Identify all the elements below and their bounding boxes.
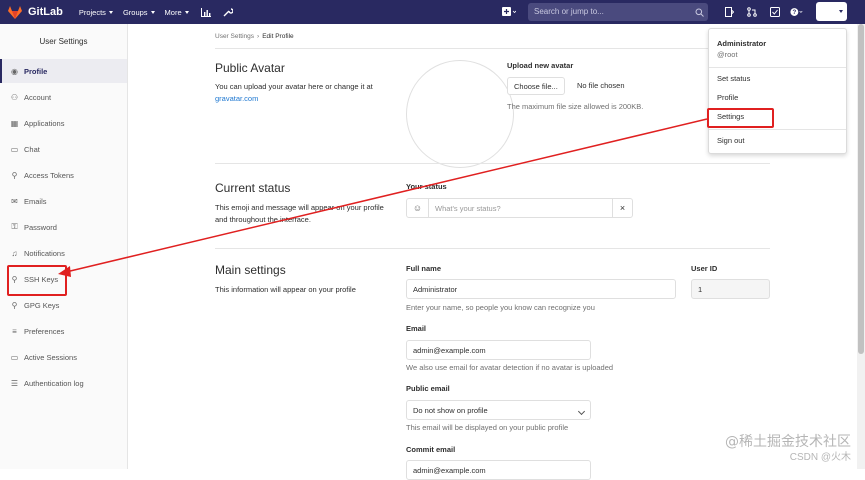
sidebar-item-access-tokens[interactable]: ⚲Access Tokens	[0, 163, 127, 187]
activity-chart-icon[interactable]	[199, 5, 213, 19]
email-label: Email	[406, 324, 426, 333]
sidebar-item-account[interactable]: ⚇Account	[0, 85, 127, 109]
your-status-label: Your status	[406, 182, 447, 191]
menu-user-name: Administrator	[717, 39, 766, 48]
menu-divider	[709, 129, 846, 130]
sidebar-item-chat[interactable]: ▭Chat	[0, 137, 127, 161]
main-settings-title: Main settings	[215, 263, 286, 277]
key-icon: ⚲	[10, 171, 19, 180]
user-avatar-button[interactable]	[816, 2, 847, 21]
chevron-down-icon	[185, 11, 189, 14]
admin-wrench-icon[interactable]	[221, 5, 235, 19]
emoji-picker-icon[interactable]: ☺	[407, 199, 429, 217]
avatar-preview	[406, 60, 514, 168]
scrollbar-thumb[interactable]	[858, 24, 864, 354]
svg-text:?: ?	[793, 9, 797, 16]
watermark-csdn: CSDN @火木	[790, 448, 851, 463]
current-status-title: Current status	[215, 181, 290, 195]
mail-icon: ✉	[10, 197, 19, 206]
menu-divider	[709, 67, 846, 68]
choose-file-button[interactable]: Choose file...	[507, 77, 565, 95]
public-email-help: This email will be displayed on your pub…	[406, 423, 568, 432]
search-input[interactable]: Search or jump to...	[528, 3, 708, 21]
sidebar-item-applications[interactable]: ▦Applications	[0, 111, 127, 135]
bell-icon: ♫	[10, 249, 19, 258]
nav-groups[interactable]: Groups	[123, 5, 155, 19]
menu-sign-out[interactable]: Sign out	[717, 136, 745, 145]
divider	[215, 248, 770, 249]
menu-username: @root	[717, 50, 738, 59]
breadcrumb-parent[interactable]: User Settings	[215, 33, 254, 40]
gitlab-fox-icon	[8, 6, 22, 19]
sidebar-item-notifications[interactable]: ♫Notifications	[0, 241, 127, 265]
upload-avatar-label: Upload new avatar	[507, 61, 573, 70]
divider	[215, 163, 770, 164]
max-size-help: The maximum file size allowed is 200KB.	[507, 102, 643, 111]
nav-projects[interactable]: Projects	[79, 5, 113, 19]
sidebar-item-password[interactable]: ⚿Password	[0, 215, 127, 239]
sidebar-item-gpg-keys[interactable]: ⚲GPG Keys	[0, 293, 127, 317]
menu-profile[interactable]: Profile	[717, 93, 738, 102]
sidebar-item-profile[interactable]: ◉Profile	[0, 59, 127, 83]
public-email-select[interactable]: Do not show on profile	[406, 400, 591, 420]
public-avatar-desc: You can upload your avatar here or chang…	[215, 81, 400, 105]
divider	[215, 48, 770, 49]
main-settings-desc: This information will appear on your pro…	[215, 284, 395, 296]
list-icon: ☰	[10, 379, 19, 388]
full-name-label: Full name	[406, 264, 441, 273]
search-icon	[692, 5, 706, 19]
no-file-text: No file chosen	[577, 81, 625, 90]
user-id-input: 1	[691, 279, 770, 299]
top-navbar: GitLab Projects Groups More Search or ju…	[0, 0, 865, 24]
user-id-label: User ID	[691, 264, 717, 273]
merge-request-icon[interactable]	[745, 5, 759, 19]
sidebar-item-emails[interactable]: ✉Emails	[0, 189, 127, 213]
chevron-down-icon	[578, 408, 585, 415]
chevron-down-icon	[109, 11, 113, 14]
chevron-down-icon	[839, 10, 843, 13]
brand-name: GitLab	[28, 6, 63, 18]
public-avatar-title: Public Avatar	[215, 61, 285, 75]
public-email-label: Public email	[406, 384, 450, 393]
chat-icon: ▭	[10, 145, 19, 154]
key-icon: ⚲	[10, 301, 19, 310]
chevron-down-icon	[151, 11, 155, 14]
status-input[interactable]: What's your status?	[429, 199, 612, 217]
plus-icon[interactable]	[502, 5, 516, 19]
gitlab-logo[interactable]: GitLab	[8, 6, 63, 19]
sidebar-item-active-sessions[interactable]: ▭Active Sessions	[0, 345, 127, 369]
email-help: We also use email for avatar detection i…	[406, 363, 613, 372]
commit-email-select[interactable]: admin@example.com	[406, 460, 591, 480]
sliders-icon: ≡	[10, 327, 19, 336]
lock-icon: ⚿	[10, 223, 19, 232]
email-input[interactable]: admin@example.com	[406, 340, 591, 360]
help-icon[interactable]: ?	[790, 5, 804, 19]
menu-set-status[interactable]: Set status	[717, 74, 750, 83]
clear-status-icon[interactable]: ×	[612, 199, 632, 217]
full-name-input[interactable]: Administrator	[406, 279, 676, 299]
commit-email-label: Commit email	[406, 445, 455, 454]
ssh-keys-highlight-box	[7, 265, 67, 296]
user-dropdown-menu: Administrator @root Set status Profile S…	[708, 28, 847, 154]
breadcrumb-current: Edit Profile	[262, 33, 293, 40]
full-name-help: Enter your name, so people you know can …	[406, 303, 595, 312]
sidebar-title: User Settings	[0, 24, 127, 60]
issues-board-icon[interactable]	[722, 5, 736, 19]
settings-sidebar: User Settings ◉Profile ⚇Account ▦Applica…	[0, 24, 128, 469]
profile-icon: ◉	[10, 67, 19, 76]
current-status-desc: This emoji and message will appear on yo…	[215, 202, 385, 226]
breadcrumb: User Settings›Edit Profile	[215, 33, 294, 40]
todo-check-icon[interactable]	[768, 5, 782, 19]
applications-icon: ▦	[10, 119, 19, 128]
status-field: ☺ What's your status? ×	[406, 198, 633, 218]
sidebar-item-preferences[interactable]: ≡Preferences	[0, 319, 127, 343]
gravatar-link[interactable]: gravatar.com	[215, 94, 258, 103]
settings-highlight-box	[707, 108, 774, 128]
account-icon: ⚇	[10, 93, 19, 102]
nav-more[interactable]: More	[165, 5, 189, 19]
monitor-icon: ▭	[10, 353, 19, 362]
sidebar-item-authentication-log[interactable]: ☰Authentication log	[0, 371, 127, 395]
